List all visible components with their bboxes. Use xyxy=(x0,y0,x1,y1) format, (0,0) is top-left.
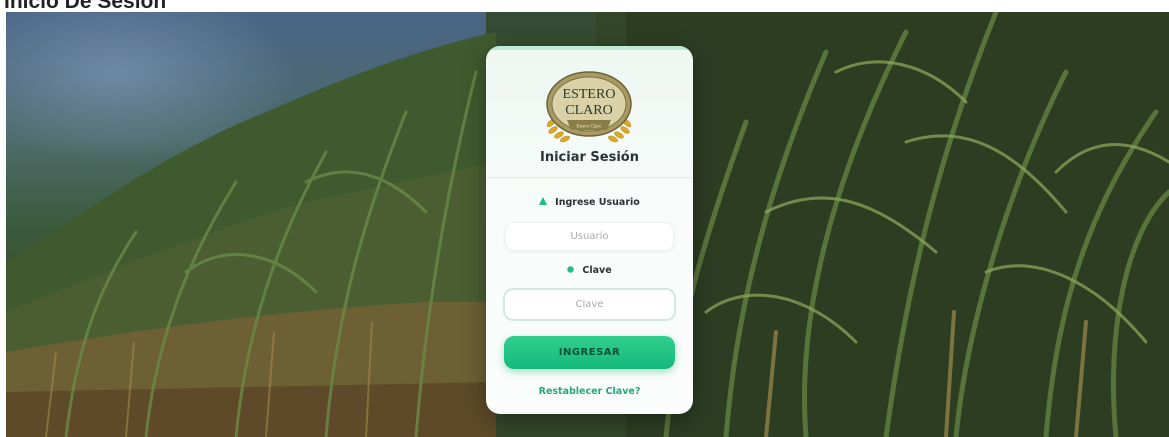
reset-password-link[interactable]: Restablecer Clave? xyxy=(486,386,693,397)
logo-ribbon: Estero Claro xyxy=(576,125,602,130)
user-icon xyxy=(539,197,548,208)
key-icon xyxy=(567,265,575,276)
login-title: Iniciar Sesión xyxy=(540,150,639,165)
card-accent-bar xyxy=(486,46,693,50)
username-input[interactable] xyxy=(505,222,674,251)
username-label: Ingrese Usuario xyxy=(486,197,693,208)
password-label-text: Clave xyxy=(582,265,612,276)
logo-line2: CLARO xyxy=(565,103,612,118)
login-submit-button[interactable]: INGRESAR xyxy=(504,336,675,369)
estero-claro-logo: ESTERO CLARO Estero Claro xyxy=(539,60,639,148)
card-divider xyxy=(486,177,693,178)
logo-line1: ESTERO xyxy=(563,87,616,102)
username-label-text: Ingrese Usuario xyxy=(555,197,640,208)
login-card: ESTERO CLARO Estero Claro Iniciar Sesión… xyxy=(486,46,693,414)
password-input[interactable] xyxy=(503,288,676,321)
password-label: Clave xyxy=(486,265,693,276)
